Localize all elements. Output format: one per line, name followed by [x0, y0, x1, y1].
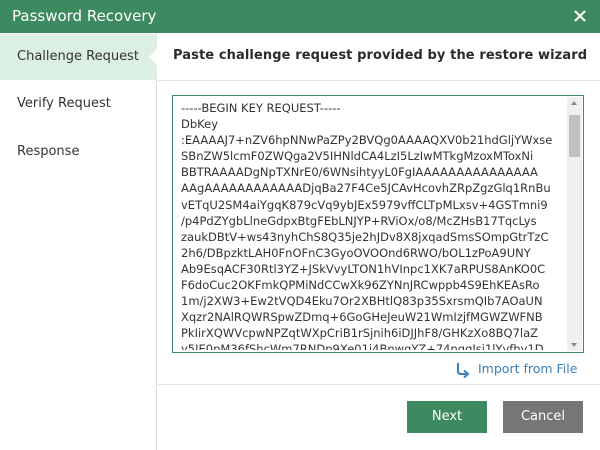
active-step-pointer	[149, 48, 158, 66]
cancel-button[interactable]: Cancel	[503, 401, 583, 433]
next-button[interactable]: Next	[407, 401, 487, 433]
step-label: Response	[17, 144, 80, 159]
scrollbar-thumb[interactable]	[569, 115, 580, 157]
close-icon[interactable]	[571, 7, 589, 25]
window-title: Password Recovery	[12, 7, 157, 25]
import-link-label[interactable]: Import from File	[478, 361, 577, 376]
import-arrow-icon	[457, 363, 470, 379]
page-heading: Paste challenge request provided by the …	[173, 48, 588, 63]
textarea-scrollbar[interactable]	[567, 97, 582, 351]
title-bar: Password Recovery	[0, 0, 600, 33]
step-label: Verify Request	[17, 96, 111, 111]
step-response[interactable]: Response	[0, 129, 157, 175]
scroll-up-icon[interactable]	[571, 101, 577, 105]
step-label: Challenge Request	[17, 49, 139, 64]
step-challenge-request[interactable]: Challenge Request	[0, 34, 158, 80]
step-verify-request[interactable]: Verify Request	[0, 81, 157, 127]
footer-divider	[158, 384, 600, 385]
scroll-down-icon[interactable]	[571, 343, 577, 347]
challenge-request-textarea[interactable]: -----BEGIN KEY REQUEST----- DbKey :EAAAA…	[172, 95, 584, 353]
wizard-steps-sidebar: Challenge Request Verify Request Respons…	[0, 33, 158, 450]
header-divider	[158, 80, 600, 81]
challenge-request-text[interactable]: -----BEGIN KEY REQUEST----- DbKey :EAAAA…	[181, 100, 561, 350]
